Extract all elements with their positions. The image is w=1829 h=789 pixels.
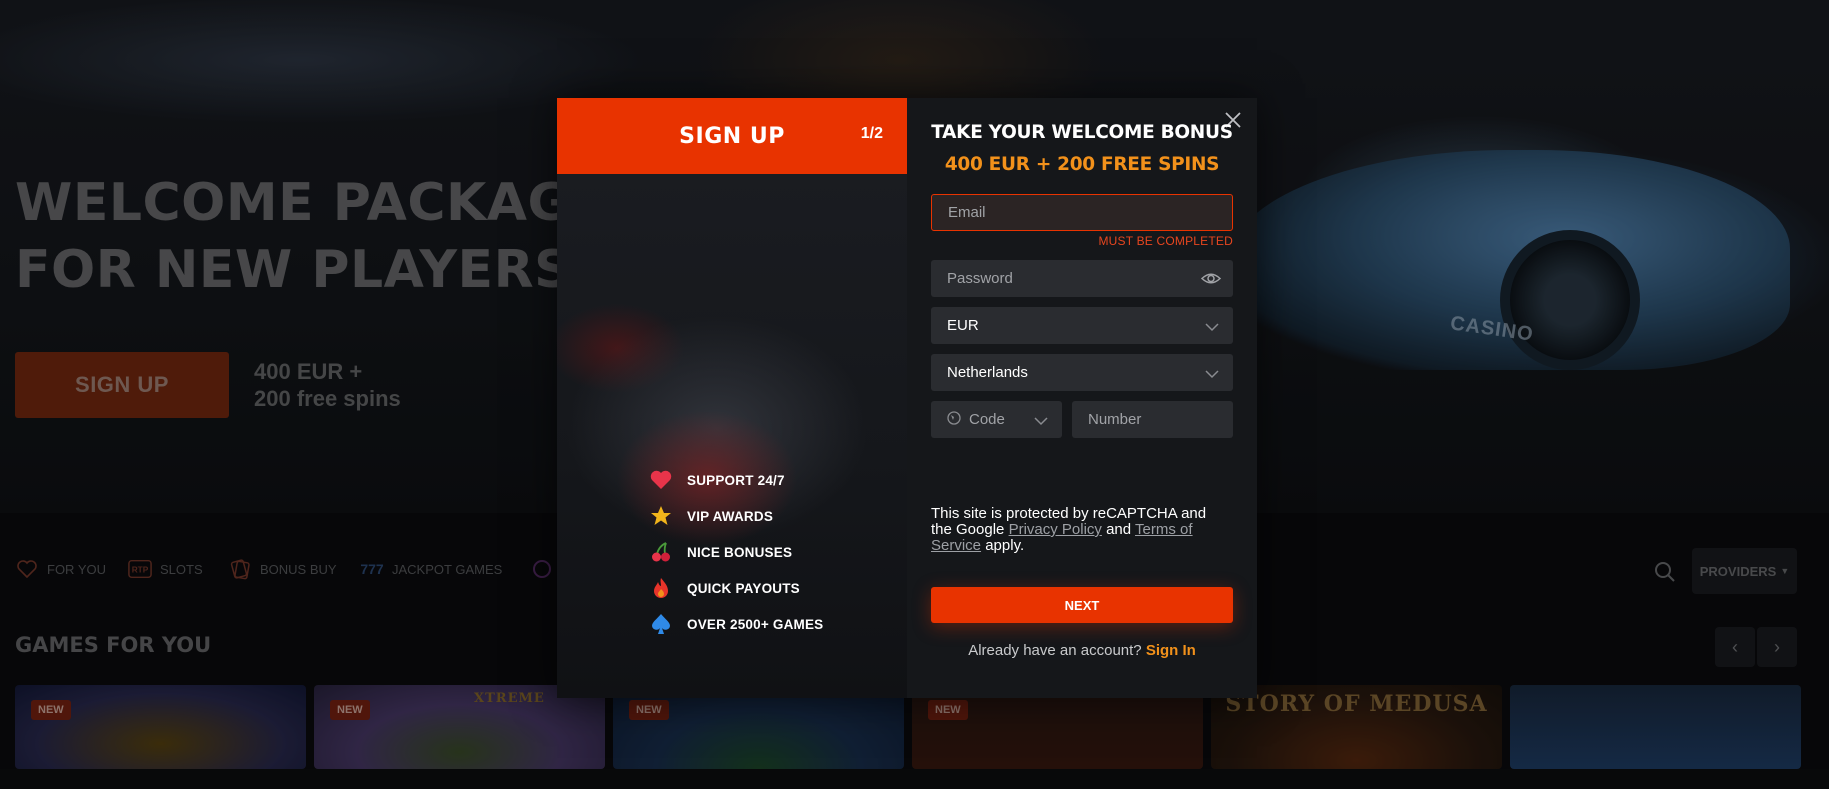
welcome-bonus-offer: 400 EUR + 200 FREE SPINS — [944, 154, 1220, 175]
signup-promo-panel: SIGN UP 1/2 SUPPORT 24/7 VIP AWARDS NICE… — [557, 98, 907, 698]
code-placeholder: Code — [969, 411, 1005, 428]
email-placeholder: Email — [948, 204, 986, 221]
chevron-down-icon — [1205, 319, 1219, 332]
signup-modal: SIGN UP 1/2 SUPPORT 24/7 VIP AWARDS NICE… — [557, 98, 1257, 698]
globe-icon — [947, 410, 961, 429]
sign-in-link[interactable]: Sign In — [1146, 642, 1196, 659]
step-indicator: 1/2 — [860, 125, 883, 142]
flame-icon — [649, 576, 673, 600]
country-select[interactable]: Netherlands — [931, 354, 1233, 391]
password-field[interactable]: Password — [931, 260, 1233, 297]
welcome-bonus-title: TAKE YOUR WELCOME BONUS — [931, 122, 1233, 143]
perks-list: SUPPORT 24/7 VIP AWARDS NICE BONUSES QUI… — [649, 462, 823, 642]
perk-label: VIP AWARDS — [687, 508, 774, 524]
currency-value: EUR — [947, 317, 979, 334]
signup-header: SIGN UP 1/2 — [557, 98, 907, 174]
number-placeholder: Number — [1088, 411, 1142, 428]
chevron-down-icon — [1205, 366, 1219, 379]
and-text: and — [1106, 521, 1132, 538]
recaptcha-notice: This site is protected by reCAPTCHA and … — [931, 506, 1231, 554]
sign-in-prompt: Already have an account? Sign In — [907, 642, 1257, 659]
perk-label: SUPPORT 24/7 — [687, 472, 785, 488]
privacy-policy-link[interactable]: Privacy Policy — [1009, 521, 1102, 538]
star-icon — [649, 504, 673, 528]
next-button[interactable]: NEXT — [931, 587, 1233, 623]
country-value: Netherlands — [947, 364, 1028, 381]
currency-select[interactable]: EUR — [931, 307, 1233, 344]
heart-icon — [649, 468, 673, 492]
perk-item: OVER 2500+ GAMES — [649, 606, 823, 642]
chevron-down-icon — [1034, 413, 1048, 430]
have-account-text: Already have an account? — [968, 642, 1142, 659]
page: CASINO WELCOME PACKAGE FOR NEW PLAYERS S… — [0, 0, 1829, 789]
signup-title: SIGN UP — [679, 123, 785, 149]
perk-item: VIP AWARDS — [649, 498, 823, 534]
phone-code-select[interactable]: Code — [931, 401, 1062, 438]
perk-label: NICE BONUSES — [687, 544, 793, 560]
email-field[interactable]: Email — [931, 194, 1233, 231]
perk-item: QUICK PAYOUTS — [649, 570, 823, 606]
perk-label: QUICK PAYOUTS — [687, 580, 800, 596]
apply-text: apply. — [985, 537, 1025, 554]
password-placeholder: Password — [947, 270, 1013, 287]
perk-item: NICE BONUSES — [649, 534, 823, 570]
eye-icon[interactable] — [1200, 270, 1222, 287]
perk-item: SUPPORT 24/7 — [649, 462, 823, 498]
cherry-icon — [649, 540, 673, 564]
signup-form-panel: TAKE YOUR WELCOME BONUS 400 EUR + 200 FR… — [907, 98, 1257, 698]
spade-icon — [649, 612, 673, 636]
perk-label: OVER 2500+ GAMES — [687, 616, 824, 632]
email-error-message: MUST BE COMPLETED — [1098, 234, 1233, 248]
phone-number-input[interactable]: Number — [1072, 401, 1233, 438]
